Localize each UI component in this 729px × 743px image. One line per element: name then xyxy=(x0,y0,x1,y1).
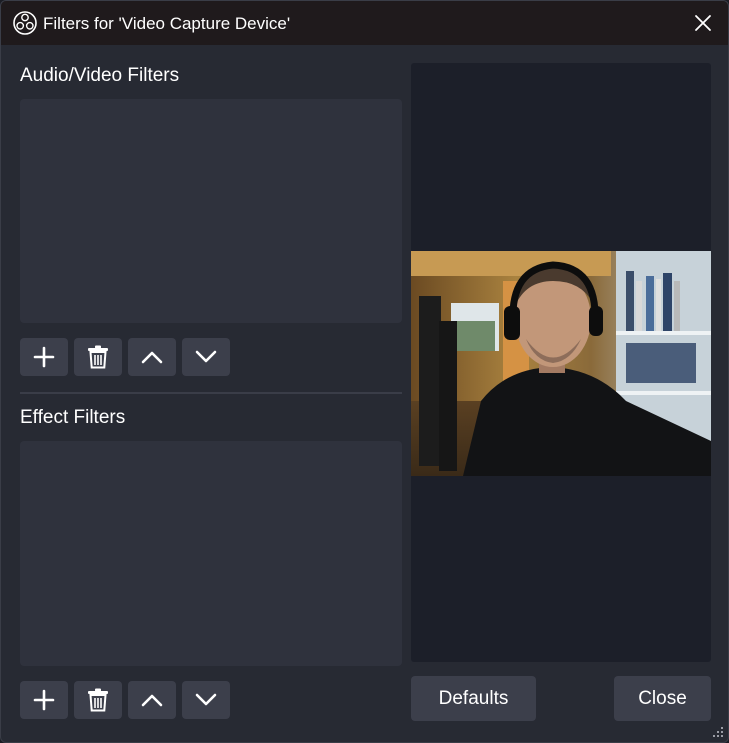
close-button[interactable]: Close xyxy=(614,676,711,721)
close-icon[interactable] xyxy=(692,12,714,34)
add-icon xyxy=(33,689,55,711)
defaults-button[interactable]: Defaults xyxy=(411,676,536,721)
chevron-down-icon xyxy=(195,693,217,706)
move-effect-filter-down-button[interactable] xyxy=(182,681,230,719)
resize-grip-icon[interactable] xyxy=(712,726,724,738)
chevron-up-icon xyxy=(141,694,163,707)
move-audio-video-filter-up-button[interactable] xyxy=(128,338,176,376)
move-effect-filter-up-button[interactable] xyxy=(128,681,176,719)
remove-audio-video-filter-button[interactable] xyxy=(74,338,122,376)
add-effect-filter-button[interactable] xyxy=(20,681,68,719)
title-bar: Filters for 'Video Capture Device' xyxy=(1,1,728,45)
source-preview xyxy=(411,63,711,662)
section-divider xyxy=(20,392,402,394)
filters-dialog: Filters for 'Video Capture Device' Audio… xyxy=(0,0,729,743)
chevron-down-icon xyxy=(195,350,217,363)
chevron-up-icon xyxy=(141,351,163,364)
move-audio-video-filter-down-button[interactable] xyxy=(182,338,230,376)
obs-logo-icon xyxy=(13,11,37,35)
effect-filters-list[interactable] xyxy=(20,441,402,666)
trash-icon xyxy=(88,688,108,712)
add-audio-video-filter-button[interactable] xyxy=(20,338,68,376)
remove-effect-filter-button[interactable] xyxy=(74,681,122,719)
audio-video-filters-list[interactable] xyxy=(20,99,402,323)
audio-video-filters-label: Audio/Video Filters xyxy=(20,65,180,86)
trash-icon xyxy=(88,345,108,369)
window-title: Filters for 'Video Capture Device' xyxy=(43,14,291,33)
effect-filters-label: Effect Filters xyxy=(20,407,126,428)
add-icon xyxy=(33,346,55,368)
webcam-video-frame xyxy=(411,251,711,476)
